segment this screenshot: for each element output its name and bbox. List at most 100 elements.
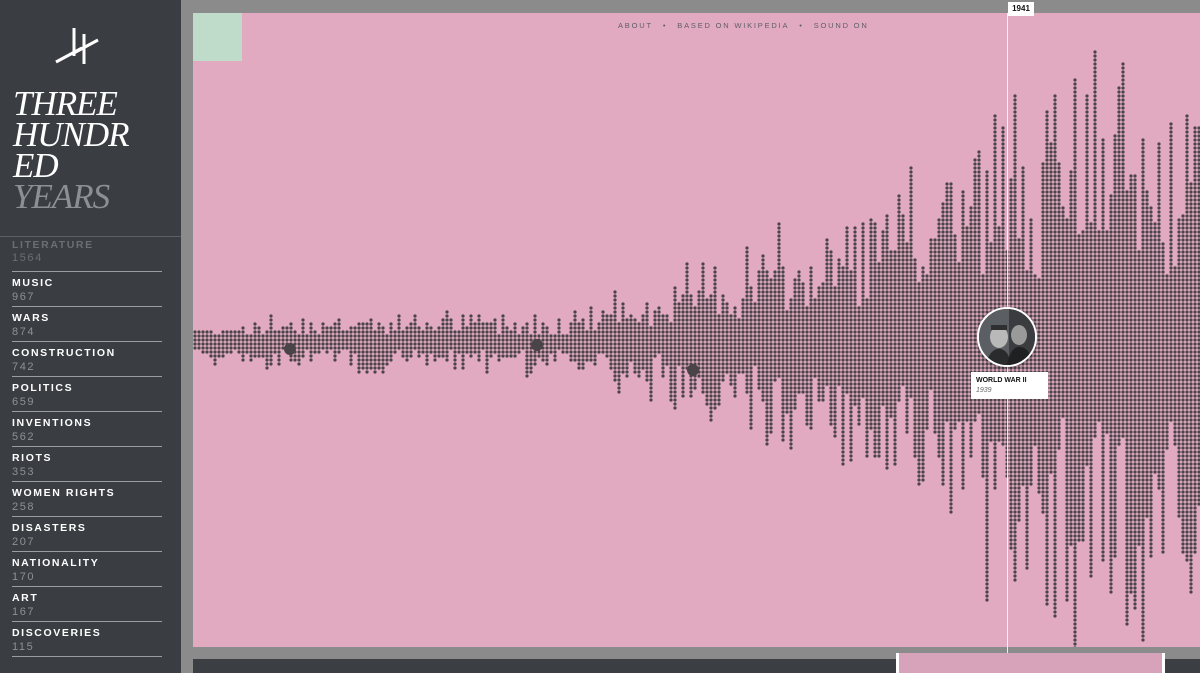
event-dot <box>589 358 593 362</box>
event-dot <box>777 254 781 258</box>
event-dot <box>941 238 945 242</box>
event-dot <box>357 362 361 366</box>
event-dot <box>409 334 413 338</box>
event-dot <box>997 282 1001 286</box>
event-dot <box>865 446 869 450</box>
event-dot <box>725 358 729 362</box>
event-dot <box>877 446 881 450</box>
event-dot <box>805 346 809 350</box>
event-dot <box>965 298 969 302</box>
event-dot <box>869 294 873 298</box>
event-dot <box>757 310 761 314</box>
event-dot <box>949 238 953 242</box>
event-dot <box>1013 578 1017 582</box>
event-dot <box>277 346 281 350</box>
event-dot <box>893 458 897 462</box>
event-dot <box>873 346 877 350</box>
event-dot <box>925 414 929 418</box>
category-item-inventions[interactable]: INVENTIONS 562 <box>12 412 162 447</box>
event-dot <box>937 246 941 250</box>
event-dot <box>577 338 581 342</box>
category-item-women-rights[interactable]: WOMEN RIGHTS 258 <box>12 482 162 517</box>
event-dot <box>429 346 433 350</box>
event-dot <box>273 350 277 354</box>
event-dot <box>541 334 545 338</box>
event-dot <box>953 254 957 258</box>
event-dot <box>573 346 577 350</box>
category-item-literature[interactable]: LITERATURE 1564 <box>12 237 162 272</box>
event-dot <box>929 270 933 274</box>
event-dot <box>1001 178 1005 182</box>
category-item-disasters[interactable]: DISASTERS 207 <box>12 517 162 552</box>
event-dot <box>413 318 417 322</box>
event-dot <box>893 282 897 286</box>
event-dot <box>653 314 657 318</box>
event-dot <box>697 326 701 330</box>
event-dot <box>577 326 581 330</box>
event-dot <box>593 334 597 338</box>
event-dot <box>309 354 313 358</box>
logo-icon[interactable] <box>52 24 102 68</box>
event-dot <box>841 322 845 326</box>
event-dot <box>933 278 937 282</box>
event-dot <box>1013 446 1017 450</box>
event-dot <box>905 378 909 382</box>
event-dot <box>281 334 285 338</box>
category-item-music[interactable]: MUSIC 967 <box>12 272 162 307</box>
event-dot <box>289 330 293 334</box>
category-list: LITERATURE 1564 MUSIC 967 WARS 874 CONST… <box>12 237 162 657</box>
category-item-politics[interactable]: POLITICS 659 <box>12 377 162 412</box>
event-dot <box>989 406 993 410</box>
category-item-wars[interactable]: WARS 874 <box>12 307 162 342</box>
category-item-riots[interactable]: RIOTS 353 <box>12 447 162 482</box>
event-dot <box>205 350 209 354</box>
event-dot <box>437 338 441 342</box>
event-dot <box>1009 486 1013 490</box>
event-dot <box>925 346 929 350</box>
event-dot <box>981 298 985 302</box>
event-dot <box>573 338 577 342</box>
event-dot <box>913 398 917 402</box>
event-dot-field[interactable] <box>193 13 1200 647</box>
event-dot <box>513 346 517 350</box>
event-dot <box>985 570 989 574</box>
event-dot <box>933 362 937 366</box>
category-item-construction[interactable]: CONSTRUCTION 742 <box>12 342 162 377</box>
event-dot <box>893 310 897 314</box>
event-dot <box>945 406 949 410</box>
event-dot <box>509 330 513 334</box>
category-item-art[interactable]: ART 167 <box>12 587 162 622</box>
event-dot <box>777 258 781 262</box>
event-dot <box>901 346 905 350</box>
event-dot <box>669 358 673 362</box>
category-item-discoveries[interactable]: DISCOVERIES 115 <box>12 622 162 657</box>
event-dot <box>913 446 917 450</box>
event-dot <box>561 350 565 354</box>
event-dot <box>993 226 997 230</box>
event-dot <box>277 334 281 338</box>
event-dot <box>777 242 781 246</box>
category-item-nationality[interactable]: NATIONALITY 170 <box>12 552 162 587</box>
event-dot <box>681 362 685 366</box>
event-dot <box>1013 162 1017 166</box>
event-dot <box>897 194 901 198</box>
event-dot <box>481 330 485 334</box>
event-dot <box>1001 206 1005 210</box>
event-dot <box>669 338 673 342</box>
event-dot <box>849 410 853 414</box>
event-dot <box>917 418 921 422</box>
event-dot <box>981 294 985 298</box>
event-dot <box>677 362 681 366</box>
event-dot <box>929 322 933 326</box>
timeline-visualization[interactable] <box>193 13 1200 647</box>
event-dot <box>609 358 613 362</box>
event-dot <box>909 274 913 278</box>
event-dot <box>405 326 409 330</box>
event-dot <box>641 322 645 326</box>
event-dot <box>765 354 769 358</box>
event-dot <box>845 238 849 242</box>
event-dot <box>753 354 757 358</box>
event-dot <box>389 322 393 326</box>
event-dot <box>469 338 473 342</box>
event-dot <box>537 334 541 338</box>
